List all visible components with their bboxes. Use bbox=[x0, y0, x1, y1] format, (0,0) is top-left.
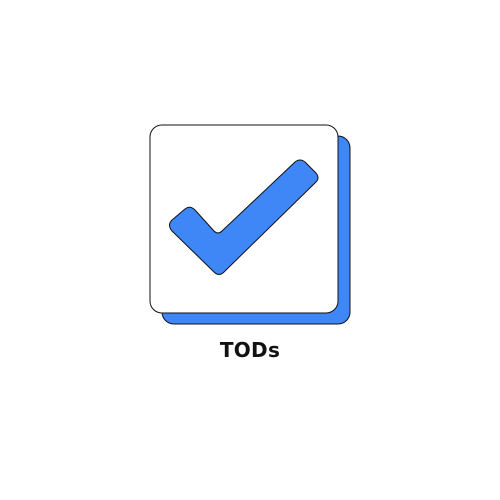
app-logo-canvas: TODs bbox=[0, 0, 500, 500]
app-logo bbox=[149, 124, 351, 325]
app-name-label: TODs bbox=[219, 338, 281, 362]
